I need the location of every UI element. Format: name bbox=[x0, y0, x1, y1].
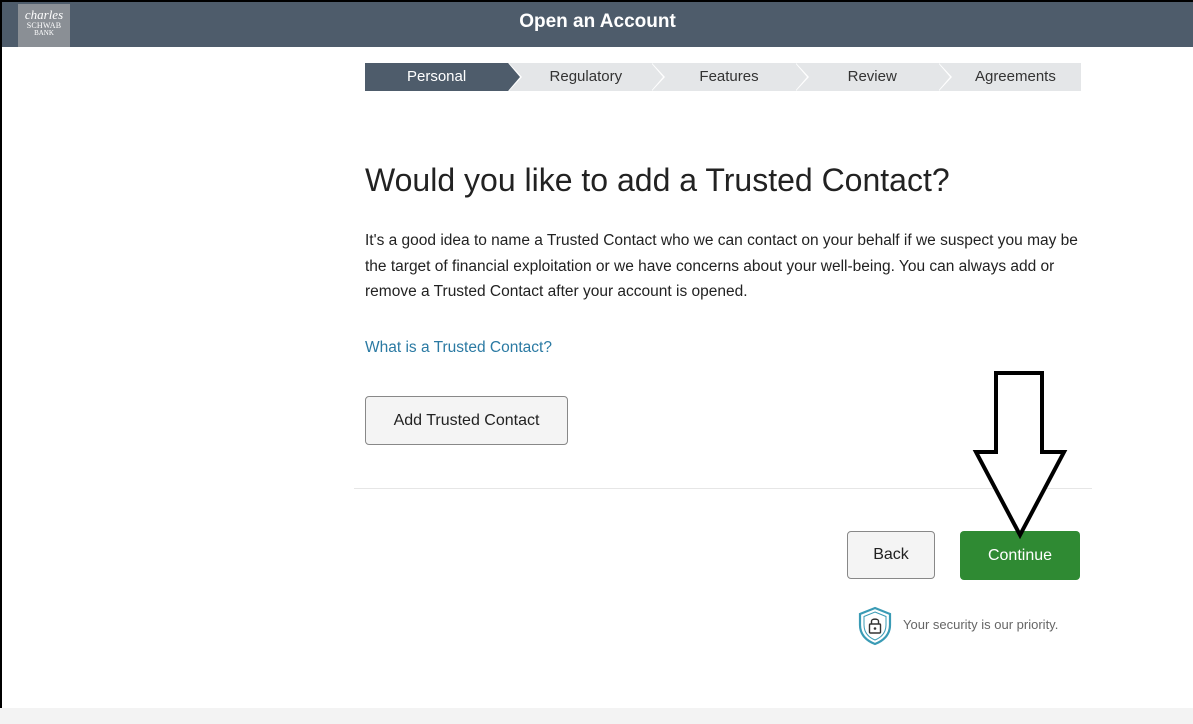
step-review: Review bbox=[794, 63, 952, 91]
step-regulatory: Regulatory bbox=[508, 63, 666, 91]
step-features: Features bbox=[651, 63, 809, 91]
progress-steps: Personal Regulatory Features Review Agre… bbox=[365, 63, 1082, 91]
step-label: Review bbox=[847, 68, 897, 85]
page-heading: Would you like to add a Trusted Contact? bbox=[365, 162, 950, 198]
step-label: Agreements bbox=[974, 68, 1056, 85]
page-header-title: Open an Account bbox=[519, 11, 676, 32]
add-trusted-contact-button[interactable]: Add Trusted Contact bbox=[365, 396, 568, 445]
security-text: Your security is our priority. bbox=[903, 617, 1059, 632]
step-label: Regulatory bbox=[549, 68, 623, 85]
down-arrow-annotation-icon bbox=[972, 371, 1068, 540]
header-bar: charles SCHWAB BANK Open an Account bbox=[2, 2, 1193, 47]
security-notice: Your security is our priority. bbox=[857, 606, 1087, 646]
bottom-strip bbox=[0, 708, 1193, 724]
back-button[interactable]: Back bbox=[847, 531, 935, 579]
shield-lock-icon bbox=[858, 606, 892, 646]
step-agreements: Agreements bbox=[937, 63, 1082, 91]
page: charles SCHWAB BANK Open an Account Pers… bbox=[2, 2, 1193, 708]
step-label: Personal bbox=[407, 68, 467, 85]
step-personal: Personal bbox=[365, 63, 523, 91]
trusted-contact-description: It's a good idea to name a Trusted Conta… bbox=[365, 232, 1078, 300]
what-is-trusted-contact-link[interactable]: What is a Trusted Contact? bbox=[365, 339, 552, 357]
step-label: Features bbox=[699, 68, 759, 85]
